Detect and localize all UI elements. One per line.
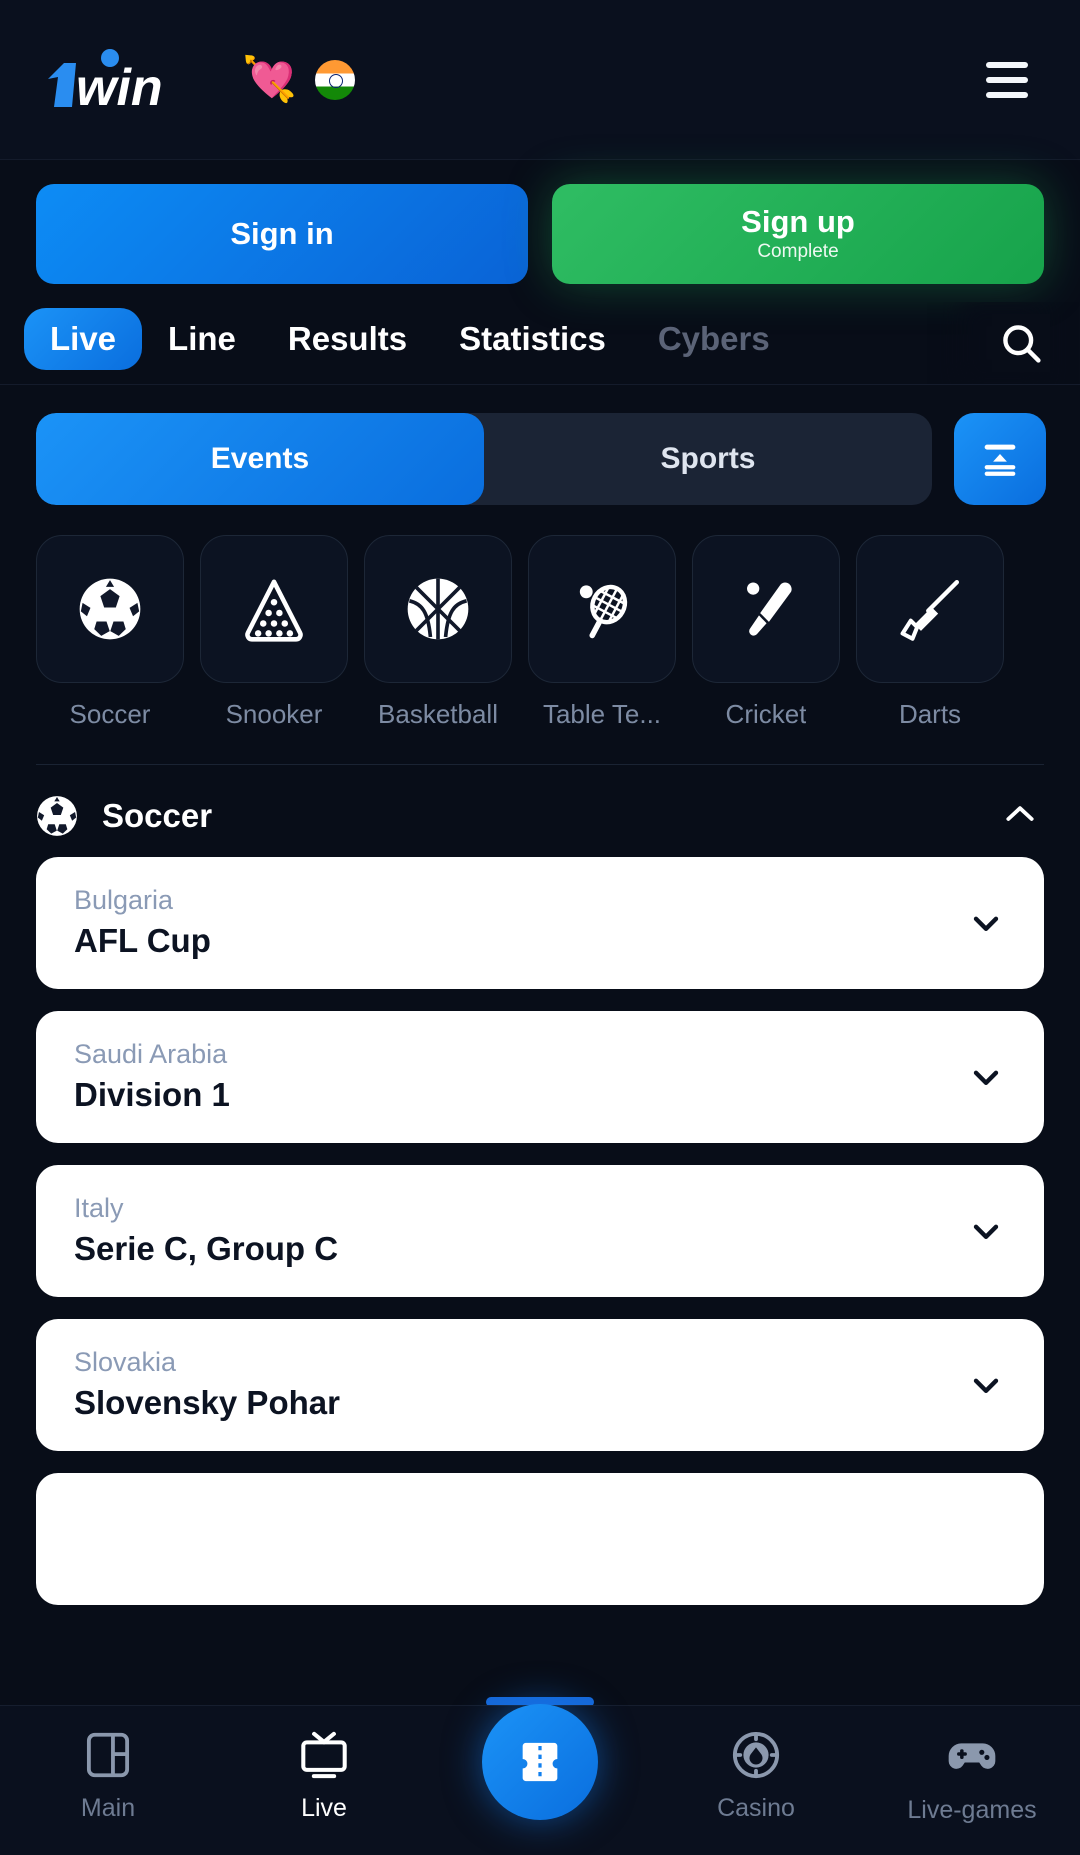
chevron-down-icon[interactable]: [966, 903, 1006, 943]
nav-item-live[interactable]: Live: [224, 1728, 424, 1823]
tab-live[interactable]: Live: [24, 308, 143, 370]
sign-up-sublabel: Complete: [757, 240, 839, 262]
segment-sports[interactable]: Sports: [484, 413, 932, 505]
top-tab-bar: Live Line Results Statistics Cybers: [0, 302, 1080, 385]
sport-basketball[interactable]: Basketball: [364, 535, 512, 730]
table-tennis-icon: [528, 535, 676, 683]
search-icon[interactable]: [992, 314, 1050, 372]
dart-icon: [856, 535, 1004, 683]
chevron-down-icon[interactable]: [966, 1365, 1006, 1405]
sign-up-label: Sign up: [741, 204, 855, 240]
1win-logo-icon: win: [42, 48, 238, 111]
hamburger-menu-icon[interactable]: [976, 52, 1038, 108]
league-list: Bulgaria AFL Cup Saudi Arabia Division 1…: [0, 857, 1080, 1705]
list-item[interactable]: Slovakia Slovensky Pohar: [36, 1319, 1044, 1451]
sport-label: Darts: [898, 699, 962, 729]
sport-label: Cricket: [725, 699, 807, 729]
nav-label: Live: [301, 1794, 347, 1822]
league-name: Slovensky Pohar: [74, 1384, 340, 1422]
sign-up-button[interactable]: Sign up Complete: [552, 184, 1044, 284]
tv-icon: [301, 1731, 347, 1779]
nav-item-main[interactable]: Main: [8, 1728, 208, 1823]
nav-item-betslip[interactable]: [440, 1704, 640, 1820]
sport-label: Soccer: [69, 699, 151, 729]
sport-soccer[interactable]: Soccer: [36, 535, 184, 730]
window-icon: [86, 1732, 130, 1778]
auth-buttons: Sign in Sign up Complete: [0, 160, 1080, 302]
heart-icon: 💘: [242, 54, 297, 104]
svg-text:win: win: [76, 59, 163, 111]
events-sports-segmented: Events Sports: [36, 413, 932, 505]
tab-line[interactable]: Line: [142, 308, 262, 370]
snooker-rack-icon: [200, 535, 348, 683]
sport-label: Basketball: [378, 699, 498, 729]
sport-table-tennis[interactable]: Table Te...: [528, 535, 676, 730]
list-item[interactable]: Italy Serie C, Group C: [36, 1165, 1044, 1297]
casino-chip-icon: [732, 1731, 780, 1779]
chevron-down-icon[interactable]: [966, 1211, 1006, 1251]
sign-in-label: Sign in: [230, 215, 334, 251]
tab-statistics[interactable]: Statistics: [433, 308, 632, 370]
soccer-ball-icon: [36, 535, 184, 683]
sport-label: Table Te...: [542, 699, 662, 729]
page-title: Soccer: [102, 797, 213, 834]
app-root: win 💘 Sign in Sign up Complete Live Line…: [0, 0, 1080, 1855]
india-flag-icon: [314, 59, 355, 100]
chevron-down-icon[interactable]: [966, 1057, 1006, 1097]
sort-filter-icon[interactable]: [954, 413, 1046, 505]
betslip-button[interactable]: [482, 1704, 598, 1820]
list-item[interactable]: [36, 1473, 1044, 1605]
nav-item-live-games[interactable]: Live-games: [872, 1728, 1072, 1825]
chevron-up-icon[interactable]: [1000, 794, 1040, 839]
league-country: Italy: [74, 1193, 124, 1223]
tab-cybers[interactable]: Cybers: [632, 308, 796, 370]
segment-events[interactable]: Events: [36, 413, 484, 505]
sport-label: Snooker: [225, 699, 323, 729]
league-country: Bulgaria: [74, 885, 174, 915]
sports-quick-filter-strip[interactable]: Soccer Snooker Basketball Table Te... Cr…: [0, 525, 1080, 730]
sign-in-button[interactable]: Sign in: [36, 184, 528, 284]
brand-logo[interactable]: win 💘: [42, 48, 355, 111]
cricket-bat-icon: [692, 535, 840, 683]
league-name: AFL Cup: [74, 922, 211, 960]
nav-label: Live-games: [907, 1796, 1037, 1824]
gamepad-icon: [948, 1743, 996, 1769]
league-country: Saudi Arabia: [74, 1039, 228, 1069]
nav-item-casino[interactable]: Casino: [656, 1728, 856, 1823]
sport-snooker[interactable]: Snooker: [200, 535, 348, 730]
league-name: Division 1: [74, 1076, 230, 1114]
betslip-icon: [522, 1742, 558, 1782]
view-switcher-row: Events Sports: [0, 385, 1080, 525]
list-item[interactable]: Bulgaria AFL Cup: [36, 857, 1044, 989]
tab-results[interactable]: Results: [262, 308, 433, 370]
soccer-ball-icon: [37, 796, 77, 836]
sport-cricket[interactable]: Cricket: [692, 535, 840, 730]
sport-darts[interactable]: Darts: [856, 535, 1004, 730]
league-name: Serie C, Group C: [74, 1230, 339, 1268]
nav-label: Casino: [717, 1794, 795, 1822]
basketball-icon: [364, 535, 512, 683]
list-item[interactable]: Saudi Arabia Division 1: [36, 1011, 1044, 1143]
soccer-section-header[interactable]: Soccer: [0, 765, 1080, 857]
league-country: Slovakia: [74, 1347, 177, 1377]
app-header: win 💘: [0, 0, 1080, 160]
nav-label: Main: [80, 1794, 136, 1822]
bottom-navigation: Main Live Casino Live-games: [0, 1704, 1080, 1855]
